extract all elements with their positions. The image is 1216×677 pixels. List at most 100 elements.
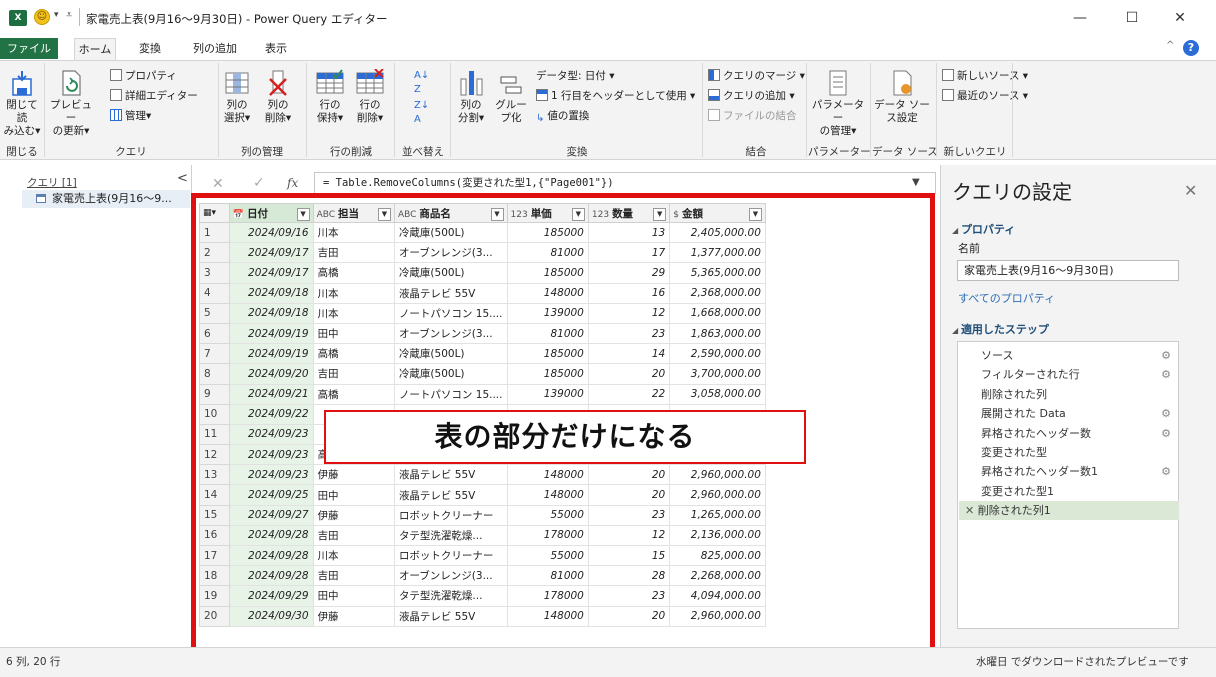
close-load-icon	[12, 71, 32, 96]
tab-home[interactable]: ホーム	[74, 38, 116, 60]
queries-pane	[0, 165, 192, 647]
use-first-row-header-button[interactable]: 1 行目をヘッダーとして使用 ▾	[536, 89, 695, 103]
group-data-source-label: データ ソース	[872, 146, 938, 158]
power-query-editor: X ☺ ▾ ⩡ 家電売上表(9月16～9月30日) - Power Query …	[0, 0, 1216, 677]
annotation-callout: 表の部分だけになる	[324, 410, 806, 464]
append-queries-button[interactable]: クエリの追加 ▾	[708, 89, 795, 103]
applied-steps-section[interactable]: ◢ 適用したステップ	[952, 321, 1049, 337]
recent-sources-button[interactable]: 最近のソース ▾	[942, 89, 1028, 103]
replace-values-icon: ↳	[536, 113, 545, 124]
refresh-preview-button[interactable]: プレビュー の更新▾	[46, 69, 96, 138]
close-load-button[interactable]: 閉じて読 み込む▾	[2, 69, 42, 138]
new-source-button[interactable]: 新しいソース ▾	[942, 69, 1028, 83]
merge-queries-icon	[708, 69, 720, 81]
remove-columns-icon	[269, 70, 287, 96]
table-header-icon	[536, 89, 548, 101]
queries-label: クエリ [1]	[27, 177, 77, 189]
sort-descending-icon[interactable]: Z↓ A	[414, 99, 429, 127]
close-pane-icon[interactable]: ✕	[1184, 181, 1197, 200]
tab-file[interactable]: ファイル	[0, 38, 58, 59]
formula-input[interactable]: = Table.RemoveColumns(変更された型1,{"Page001"…	[314, 172, 936, 194]
tab-add-column[interactable]: 列の追加	[186, 38, 244, 60]
applied-step[interactable]: 昇格されたヘッダー数1 ⚙	[959, 462, 1179, 481]
tab-view[interactable]: 表示	[256, 38, 296, 60]
combine-files-button[interactable]: ファイルの結合	[708, 109, 797, 123]
table-icon	[36, 194, 46, 203]
customize-qat-icon[interactable]: ⩡	[66, 8, 72, 22]
data-type-dropdown[interactable]: データ型: 日付 ▾	[536, 69, 614, 83]
group-by-button[interactable]: グルー プ化	[494, 69, 528, 125]
applied-step[interactable]: 削除された列	[959, 385, 1179, 404]
applied-step[interactable]: 昇格されたヘッダー数 ⚙	[959, 424, 1179, 443]
minimize-button[interactable]: —	[1070, 8, 1090, 28]
excel-icon[interactable]: X	[9, 10, 27, 26]
quick-access-dropdown-icon[interactable]: ▾	[54, 10, 59, 20]
group-column-management-label: 列の管理	[241, 146, 283, 158]
manage-parameters-button[interactable]: パラメーター の管理▾	[808, 69, 868, 138]
group-sort-label: 並べ替え	[402, 146, 444, 158]
applied-step[interactable]: 変更された型	[959, 443, 1179, 462]
title-separator	[79, 8, 80, 26]
step-settings-gear-icon[interactable]: ⚙	[1161, 365, 1171, 384]
collapse-queries-icon[interactable]: <	[177, 171, 188, 186]
ribbon-separator	[218, 63, 219, 157]
smiley-feedback-icon[interactable]: ☺	[34, 9, 50, 25]
applied-step[interactable]: 変更された型1	[959, 482, 1179, 501]
manage-grid-icon	[110, 109, 122, 121]
expand-formula-icon[interactable]: ▼	[912, 177, 920, 188]
delete-step-icon[interactable]: ✕	[965, 504, 978, 517]
confirm-formula-icon[interactable]: ✓	[253, 175, 265, 191]
manage-button[interactable]: 管理▾	[110, 109, 151, 123]
applied-step-label: 変更された型1	[981, 484, 1054, 498]
group-parameters-label: パラメーター	[808, 146, 871, 158]
append-queries-icon	[708, 89, 720, 101]
query-name-field[interactable]: 家電売上表(9月16～9月30日)	[957, 260, 1179, 281]
all-properties-link[interactable]: すべてのプロパティ	[958, 290, 1055, 306]
group-new-query-label: 新しいクエリ	[943, 146, 1007, 158]
split-column-button[interactable]: 列の 分割▾	[454, 69, 488, 125]
advanced-editor-button[interactable]: 詳細エディター	[110, 89, 198, 103]
applied-step-label: 展開された Data	[981, 407, 1066, 421]
maximize-button[interactable]: ☐	[1122, 8, 1142, 28]
step-settings-gear-icon[interactable]: ⚙	[1161, 424, 1171, 443]
window-title: 家電売上表(9月16～9月30日) - Power Query エディター	[86, 12, 388, 26]
applied-step[interactable]: ✕ 削除された列1	[959, 501, 1179, 521]
cancel-formula-icon[interactable]: ✕	[212, 176, 224, 192]
ribbon-separator	[394, 63, 395, 157]
properties-button[interactable]: プロパティ	[110, 69, 177, 83]
ribbon-separator	[702, 63, 703, 157]
ribbon: 閉じて読 み込む▾ プレビュー の更新▾ プロパティ 詳細エディター 管理▾ 閉じる…	[0, 60, 1216, 160]
keep-rows-button[interactable]: 行の 保持▾	[312, 69, 348, 125]
replace-values-button[interactable]: ↳ 値の置換	[536, 109, 589, 124]
remove-rows-icon	[356, 69, 384, 94]
help-icon[interactable]: ?	[1183, 40, 1199, 56]
data-source-settings-button[interactable]: データ ソー ス設定	[872, 69, 932, 125]
collapse-ribbon-icon[interactable]: ^	[1166, 40, 1174, 51]
group-reduce-rows-label: 行の削減	[330, 146, 372, 158]
step-settings-gear-icon[interactable]: ⚙	[1161, 462, 1171, 481]
status-preview-info: 水曜日 でダウンロードされたプレビューです	[976, 656, 1189, 668]
close-button[interactable]: ✕	[1170, 8, 1190, 28]
applied-step[interactable]: フィルターされた行 ⚙	[959, 365, 1179, 384]
sort-ascending-icon[interactable]: A↓ Z	[414, 69, 429, 97]
merge-queries-button[interactable]: クエリのマージ ▾	[708, 69, 805, 83]
properties-icon	[110, 69, 122, 81]
choose-columns-button[interactable]: 列の 選択▾	[222, 69, 252, 125]
applied-step[interactable]: ソース ⚙	[959, 346, 1179, 365]
step-settings-gear-icon[interactable]: ⚙	[1161, 346, 1171, 365]
properties-section[interactable]: ◢ プロパティ	[952, 221, 1015, 237]
remove-rows-button[interactable]: 行の 削除▾	[352, 69, 388, 125]
tab-transform[interactable]: 変換	[130, 38, 170, 60]
applied-step-label: 昇格されたヘッダー数1	[981, 465, 1098, 479]
applied-step[interactable]: 展開された Data ⚙	[959, 404, 1179, 423]
query-item[interactable]: 家電売上表(9月16～9...	[22, 190, 190, 208]
group-combine-label: 結合	[745, 146, 767, 158]
remove-columns-button[interactable]: 列の 削除▾	[260, 69, 296, 125]
ribbon-separator	[870, 63, 871, 157]
advanced-editor-icon	[110, 89, 122, 101]
parameters-icon	[829, 70, 847, 96]
step-settings-gear-icon[interactable]: ⚙	[1161, 404, 1171, 423]
refresh-icon	[62, 70, 81, 96]
ribbon-separator	[806, 63, 807, 157]
group-query-label: クエリ	[115, 146, 147, 158]
